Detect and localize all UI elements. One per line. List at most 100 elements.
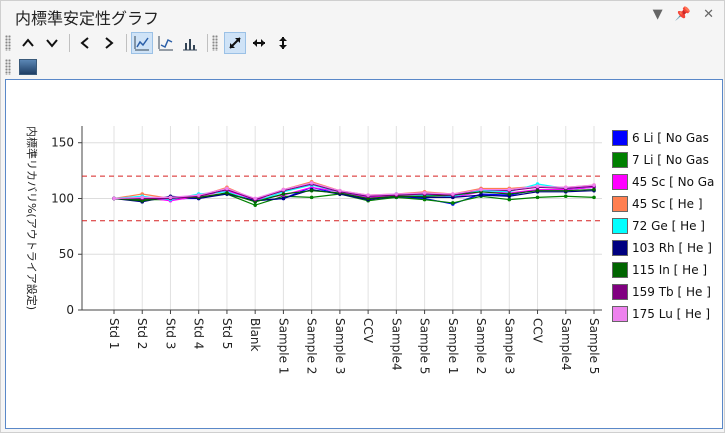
- data-point: [507, 197, 512, 202]
- data-point: [507, 187, 512, 192]
- data-point: [535, 188, 540, 193]
- legend-swatch: [612, 218, 628, 234]
- toolbar-secondary: [5, 55, 41, 79]
- data-point: [592, 195, 596, 200]
- line-chart-alt-icon[interactable]: [155, 32, 177, 54]
- bar-chart-icon[interactable]: [179, 32, 201, 54]
- legend-label: 45 Sc [ No Ga: [632, 175, 715, 189]
- x-tick-label: Std 3: [163, 318, 177, 349]
- dropdown-icon[interactable]: ▼: [653, 7, 663, 22]
- x-tick-label: Sample 2: [305, 318, 319, 374]
- legend-label: 175 Lu [ He ]: [632, 307, 711, 321]
- data-point: [535, 184, 540, 189]
- data-point: [563, 185, 568, 190]
- chart-legend: 6 Li [ No Gas 7 Li [ No Gas 45 Sc [ No Ga 4…: [612, 128, 720, 326]
- legend-swatch: [612, 152, 628, 168]
- legend-swatch: [612, 196, 628, 212]
- x-tick-label: Std 2: [135, 318, 149, 349]
- legend-swatch: [612, 130, 628, 146]
- data-point: [112, 196, 116, 201]
- legend-label: 115 In [ He ]: [632, 263, 708, 277]
- legend-swatch: [612, 284, 628, 300]
- legend-label: 103 Rh [ He ]: [632, 241, 712, 255]
- legend-label: 72 Ge [ He ]: [632, 219, 705, 233]
- recovery-chart: 0 50 100 150 Std 1 Std 2 Std 3 Std 4 Std 5 Blank S…: [25, 126, 602, 374]
- legend-item[interactable]: 115 In [ He ]: [612, 260, 720, 280]
- x-tick-label: Sample 1: [446, 318, 460, 374]
- legend-item[interactable]: 7 Li [ No Gas: [612, 150, 720, 170]
- window-controls: ▼ 📌 ✕: [645, 7, 714, 22]
- toolbar-separator: [126, 34, 127, 52]
- fit-vertical-icon[interactable]: [272, 32, 294, 54]
- y-tick-label: 0: [66, 303, 74, 317]
- image-icon[interactable]: [17, 56, 39, 78]
- toolbar-grip[interactable]: [5, 59, 11, 75]
- data-point: [338, 188, 342, 193]
- x-tick-label: Sample 1: [276, 318, 290, 374]
- legend-label: 6 Li [ No Gas: [632, 131, 709, 145]
- data-point: [507, 192, 512, 196]
- x-tick-label: Std 5: [220, 318, 234, 349]
- data-point: [479, 187, 483, 192]
- prev-icon[interactable]: [74, 32, 96, 54]
- x-tick-label: Sample4: [559, 318, 573, 371]
- data-point: [196, 193, 201, 197]
- data-point: [422, 191, 427, 195]
- y-tick-label: 150: [51, 136, 74, 150]
- line-chart-icon[interactable]: [131, 32, 153, 54]
- data-point: [253, 203, 257, 207]
- data-point: [592, 187, 596, 192]
- legend-swatch: [612, 240, 628, 256]
- close-icon[interactable]: ✕: [703, 7, 714, 22]
- toolbar-grip[interactable]: [212, 35, 218, 51]
- x-tick-label: CCV: [531, 318, 545, 344]
- fit-all-icon[interactable]: [224, 32, 246, 54]
- legend-swatch: [612, 174, 628, 190]
- data-point: [309, 188, 314, 193]
- move-down-icon[interactable]: [41, 32, 63, 54]
- legend-item[interactable]: 159 Tb [ He ]: [612, 282, 720, 302]
- data-point: [309, 195, 314, 200]
- toolbar-separator: [69, 34, 70, 52]
- data-point: [309, 181, 314, 185]
- pin-icon[interactable]: 📌: [675, 7, 691, 22]
- legend-item[interactable]: 72 Ge [ He ]: [612, 216, 720, 236]
- y-tick-label: 100: [51, 191, 74, 205]
- data-point: [394, 192, 399, 196]
- data-point: [253, 196, 257, 201]
- data-point: [366, 193, 370, 197]
- data-point: [281, 196, 286, 201]
- data-point: [281, 192, 286, 196]
- legend-item[interactable]: 45 Sc [ No Ga: [612, 172, 720, 192]
- data-point: [225, 186, 229, 191]
- legend-item[interactable]: 175 Lu [ He ]: [612, 304, 720, 324]
- legend-item[interactable]: 6 Li [ No Gas: [612, 128, 720, 148]
- legend-item[interactable]: 103 Rh [ He ]: [612, 238, 720, 258]
- data-point: [563, 194, 568, 199]
- move-up-icon[interactable]: [17, 32, 39, 54]
- legend-swatch: [612, 262, 628, 278]
- legend-swatch: [612, 306, 628, 322]
- panel-title: 内標準安定性グラフ: [15, 9, 160, 28]
- next-icon[interactable]: [98, 32, 120, 54]
- data-point: [168, 195, 173, 200]
- data-point: [451, 201, 455, 205]
- legend-label: 45 Sc [ He ]: [632, 197, 703, 211]
- stability-graph-panel: 内標準安定性グラフ ▼ 📌 ✕ 0 50 100 150 Std 1 Std 2 Std 3…: [0, 0, 725, 433]
- data-point: [451, 192, 455, 196]
- data-point: [140, 195, 145, 200]
- legend-label: 159 Tb [ He ]: [632, 285, 711, 299]
- data-point: [225, 191, 229, 195]
- toolbar-separator: [207, 34, 208, 52]
- toolbar-grip[interactable]: [5, 35, 11, 51]
- y-tick-label: 50: [59, 247, 74, 261]
- fit-horizontal-icon[interactable]: [248, 32, 270, 54]
- x-tick-label: Blank: [248, 318, 262, 352]
- x-tick-label: Sample 2: [474, 318, 488, 374]
- legend-item[interactable]: 45 Sc [ He ]: [612, 194, 720, 214]
- data-point: [281, 187, 286, 192]
- chart-area: 0 50 100 150 Std 1 Std 2 Std 3 Std 4 Std 5 Blank S…: [5, 79, 723, 429]
- x-tick-label: Sample 3: [333, 318, 347, 374]
- data-point: [479, 193, 483, 197]
- data-point: [592, 183, 596, 187]
